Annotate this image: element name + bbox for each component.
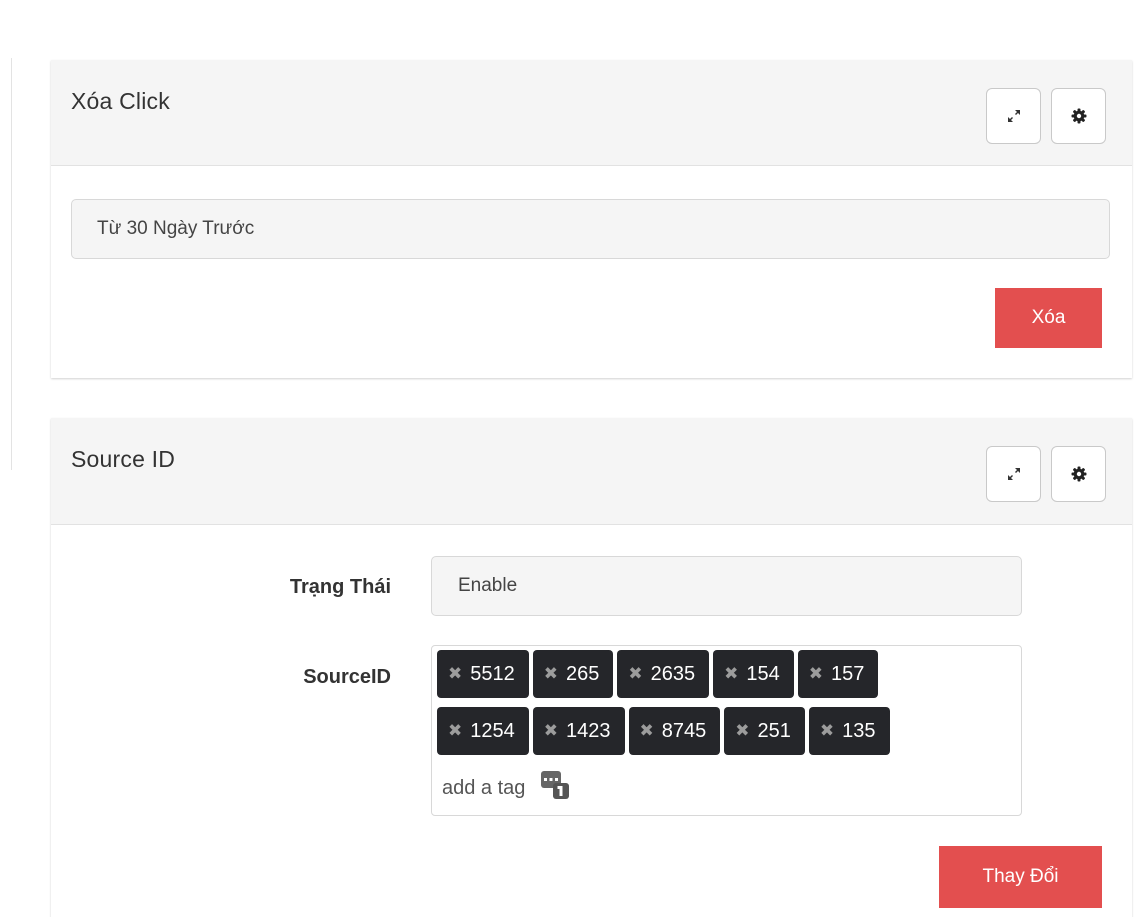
- source-tag[interactable]: ✖ 154: [713, 650, 794, 698]
- sourceid-label: SourceID: [303, 666, 391, 688]
- source-tag[interactable]: ✖ 251: [724, 707, 805, 755]
- tag-label: 1423: [566, 719, 611, 742]
- tag-label: 135: [842, 719, 876, 742]
- panel-header: Source ID: [51, 418, 1132, 525]
- source-tag[interactable]: ✖ 265: [532, 650, 614, 698]
- panel-title: Xóa Click: [71, 88, 170, 114]
- expand-button[interactable]: [986, 88, 1041, 144]
- tag-label: 154: [746, 662, 780, 685]
- expand-arrows-icon: [1007, 109, 1021, 123]
- clear-click-panel: Xóa Click Từ 30 Ngày Trước Xóa: [51, 60, 1132, 378]
- remove-tag-icon[interactable]: ✖: [724, 664, 738, 684]
- tag-label: 157: [831, 662, 865, 685]
- settings-button[interactable]: [1051, 88, 1106, 144]
- tag-row: ✖ 5512 ✖ 265 ✖ 2635 ✖ 154 ✖ 157: [437, 650, 882, 698]
- sourceid-tag-input[interactable]: ✖ 5512 ✖ 265 ✖ 2635 ✖ 154 ✖ 157 ✖ 1254 ✖ 1423 ✖ 8745 ✖ 2…: [431, 645, 1022, 816]
- change-button[interactable]: Thay Đổi: [939, 846, 1102, 908]
- tag-count-icon: [541, 771, 570, 805]
- source-id-panel: Source ID Trạng Thái Enable SourceID ✖ 5…: [51, 418, 1132, 917]
- remove-tag-icon[interactable]: ✖: [544, 721, 558, 741]
- status-select[interactable]: Enable: [431, 556, 1022, 616]
- panel-header: Xóa Click: [51, 60, 1132, 166]
- left-sidebar-edge: [0, 58, 12, 470]
- settings-button[interactable]: [1051, 446, 1106, 502]
- tag-row: ✖ 1254 ✖ 1423 ✖ 8745 ✖ 251 ✖ 135: [437, 707, 894, 755]
- source-tag[interactable]: ✖ 5512: [437, 650, 529, 698]
- remove-tag-icon[interactable]: ✖: [448, 721, 462, 741]
- source-tag[interactable]: ✖ 1254: [437, 707, 529, 755]
- tag-label: 2635: [650, 662, 696, 685]
- delete-button[interactable]: Xóa: [995, 288, 1102, 348]
- date-range-field[interactable]: Từ 30 Ngày Trước: [71, 199, 1110, 259]
- remove-tag-icon[interactable]: ✖: [735, 721, 749, 741]
- tag-label: 5512: [470, 662, 515, 685]
- remove-tag-icon[interactable]: ✖: [640, 721, 654, 741]
- remove-tag-icon[interactable]: ✖: [448, 664, 462, 684]
- source-tag[interactable]: ✖ 1423: [532, 707, 625, 755]
- remove-tag-icon[interactable]: ✖: [628, 664, 642, 684]
- gear-icon: [1071, 466, 1087, 482]
- source-tag[interactable]: ✖ 135: [808, 707, 890, 755]
- remove-tag-icon[interactable]: ✖: [809, 664, 823, 684]
- panel-title: Source ID: [71, 446, 176, 472]
- expand-arrows-icon: [1007, 467, 1021, 481]
- source-tag[interactable]: ✖ 8745: [628, 707, 721, 755]
- tag-label: 251: [757, 719, 791, 742]
- remove-tag-icon[interactable]: ✖: [544, 664, 558, 684]
- status-label: Trạng Thái: [289, 576, 391, 598]
- add-tag-placeholder: add a tag: [442, 776, 526, 799]
- gear-icon: [1071, 108, 1087, 124]
- source-tag[interactable]: ✖ 2635: [617, 650, 710, 698]
- source-tag[interactable]: ✖ 157: [797, 650, 879, 698]
- tag-label: 265: [566, 662, 600, 685]
- expand-button[interactable]: [986, 446, 1041, 502]
- tag-label: 1254: [470, 719, 515, 742]
- tag-label: 8745: [661, 719, 707, 742]
- remove-tag-icon[interactable]: ✖: [820, 721, 834, 741]
- add-tag-area[interactable]: add a tag: [442, 771, 570, 805]
